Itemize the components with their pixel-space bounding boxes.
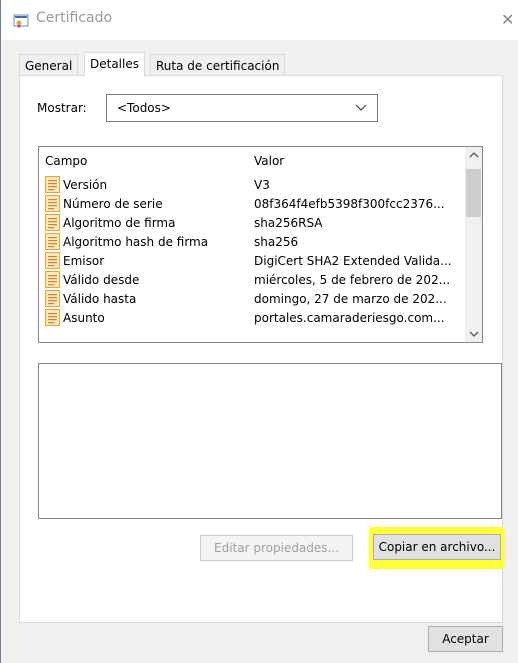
field-value: V3 <box>254 178 270 192</box>
field-value: DigiCert SHA2 Extended Valida... <box>254 254 452 268</box>
field-name: Versión <box>63 178 108 192</box>
list-item[interactable]: Algoritmo de firma sha256RSA <box>39 213 467 232</box>
show-select[interactable]: <Todos> <box>106 94 378 122</box>
field-icon <box>45 195 60 212</box>
list-item[interactable]: Versión V3 <box>39 175 467 194</box>
tab-certification-path[interactable]: Ruta de certificación <box>150 54 286 76</box>
chevron-up-icon <box>469 152 478 158</box>
list-item[interactable]: Algoritmo hash de firma sha256 <box>39 232 467 251</box>
close-icon: ✕ <box>501 10 515 29</box>
field-icon <box>45 233 60 250</box>
list-item[interactable]: Emisor DigiCert SHA2 Extended Valida... <box>39 251 467 270</box>
list-item[interactable]: Válido desde miércoles, 5 de febrero de … <box>39 270 467 289</box>
tab-general[interactable]: General <box>19 54 79 76</box>
field-value: 08f364f4efb5398f300fcc2376... <box>254 197 445 211</box>
field-icon <box>45 309 60 326</box>
fields-list[interactable]: Campo Valor Versión V3 Número de serie 0… <box>38 146 483 343</box>
field-name: Algoritmo hash de firma <box>63 235 209 249</box>
certificate-icon <box>13 14 29 28</box>
field-name: Válido desde <box>63 273 140 287</box>
tab-bar: General Detalles Ruta de certificación <box>19 52 319 77</box>
window-title: Certificado <box>36 10 113 26</box>
field-name: Asunto <box>63 311 105 325</box>
list-item[interactable]: Número de serie 08f364f4efb5398f300fcc23… <box>39 194 467 213</box>
field-value: sha256RSA <box>254 216 323 230</box>
tab-details[interactable]: Detalles <box>84 52 145 77</box>
field-value: miércoles, 5 de febrero de 202... <box>254 273 451 287</box>
show-label: Mostrar: <box>37 101 87 115</box>
scroll-down-button[interactable] <box>465 325 482 342</box>
scroll-up-button[interactable] <box>465 147 482 164</box>
field-icon <box>45 271 60 288</box>
details-panel: Mostrar: <Todos> Campo Valor Versión V3 … <box>19 75 505 623</box>
close-button[interactable]: ✕ <box>501 8 518 32</box>
show-select-value: <Todos> <box>117 101 171 115</box>
chevron-down-icon <box>469 331 478 337</box>
column-header-value[interactable]: Valor <box>254 154 284 168</box>
list-item[interactable]: Asunto portales.camaraderiesgo.com... <box>39 308 467 327</box>
field-name: Algoritmo de firma <box>63 216 176 230</box>
column-header-field[interactable]: Campo <box>45 154 87 168</box>
field-name: Emisor <box>63 254 105 268</box>
vertical-scrollbar[interactable] <box>465 147 482 342</box>
field-icon <box>45 176 60 193</box>
title-bar: Certificado ✕ <box>1 0 518 40</box>
list-header: Campo Valor <box>39 147 482 175</box>
field-icon <box>45 214 60 231</box>
field-value: domingo, 27 de marzo de 202... <box>254 292 447 306</box>
field-name: Número de serie <box>63 197 163 211</box>
edit-properties-button[interactable]: Editar propiedades... <box>200 535 353 561</box>
scroll-thumb[interactable] <box>466 169 481 217</box>
list-item[interactable]: Válido hasta domingo, 27 de marzo de 202… <box>39 289 467 308</box>
copy-to-file-button[interactable]: Copiar en archivo... <box>373 534 501 560</box>
chevron-down-icon <box>355 100 367 117</box>
certificate-dialog: Certificado ✕ General Detalles Ruta de c… <box>0 0 518 663</box>
value-detail-box[interactable] <box>38 363 502 519</box>
accept-button[interactable]: Aceptar <box>428 626 503 652</box>
field-icon <box>45 290 60 307</box>
field-icon <box>45 252 60 269</box>
field-value: sha256 <box>254 235 299 249</box>
field-value: portales.camaraderiesgo.com... <box>254 311 445 325</box>
field-name: Válido hasta <box>63 292 137 306</box>
